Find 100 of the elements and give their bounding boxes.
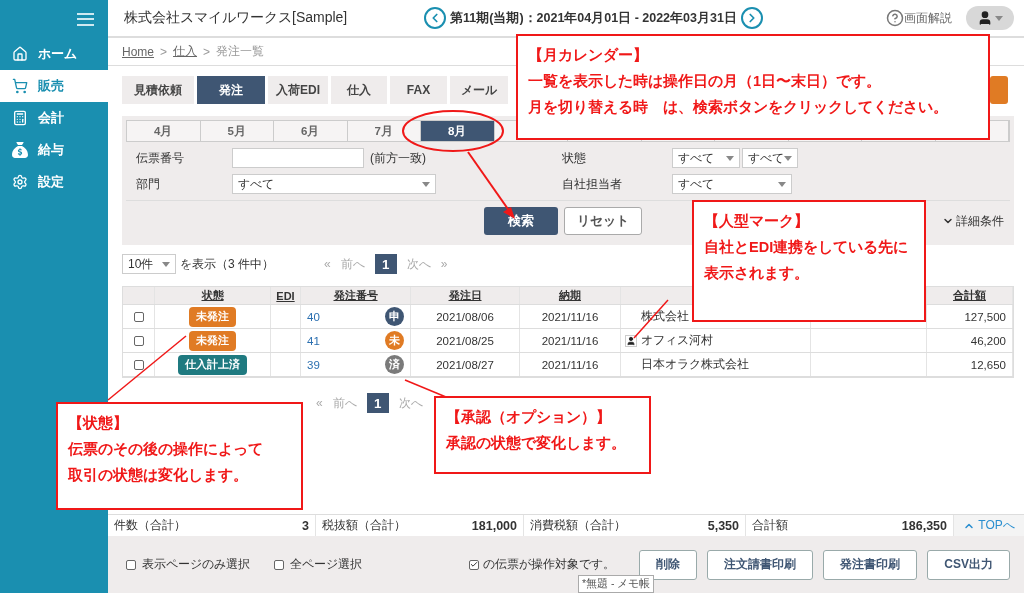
page-number[interactable]: 1 xyxy=(374,254,397,274)
summary-label: 合計額 xyxy=(752,517,788,534)
tab[interactable]: 仕入 xyxy=(331,76,387,104)
callout-title: 【人型マーク】 xyxy=(704,212,810,231)
callout-text: 伝票のその後の操作によって xyxy=(68,440,264,459)
order-number-link[interactable]: 40 xyxy=(307,310,320,323)
column-header[interactable]: 合計額 xyxy=(953,288,986,303)
table-cell: 2021/08/27 xyxy=(436,358,494,371)
row-checkbox[interactable] xyxy=(133,359,144,370)
reset-button[interactable]: リセット xyxy=(564,207,642,235)
order-number-link[interactable]: 41 xyxy=(307,334,320,347)
tooltip: *無題 - メモ帳 xyxy=(578,575,655,593)
help-icon[interactable] xyxy=(886,9,904,27)
tab[interactable]: メール xyxy=(450,76,508,104)
page-number[interactable]: 1 xyxy=(366,393,389,413)
menu-icon[interactable] xyxy=(77,12,94,26)
breadcrumb-link[interactable]: Home xyxy=(122,44,154,59)
field-label: 部門 xyxy=(136,175,161,193)
caret-icon xyxy=(995,15,1003,21)
column-header[interactable]: 納期 xyxy=(559,288,581,303)
next-period-button[interactable] xyxy=(740,7,763,29)
action-button[interactable]: CSV出力 xyxy=(927,549,1010,580)
breadcrumb-separator: > xyxy=(203,44,211,59)
cart-icon xyxy=(12,78,28,94)
table-cell: 127,500 xyxy=(964,310,1006,323)
breadcrumb-current: 発注一覧 xyxy=(216,43,265,60)
callout-text: 取引の状態は変化します。 xyxy=(68,466,249,485)
field-label: 状態 xyxy=(562,149,587,167)
sidebar-item[interactable]: 給与 xyxy=(0,134,108,166)
callout-text: 承認の状態で変化します。 xyxy=(446,434,627,453)
table-cell: 2021/08/06 xyxy=(436,310,494,323)
sidebar-item[interactable]: 会計 xyxy=(0,102,108,134)
callout-text: 自社とEDI連携をしている先に xyxy=(704,238,910,257)
department-select[interactable]: すべて xyxy=(232,174,436,194)
callout-text: 月を切り替える時 は、検索ボタンをクリックしてください。 xyxy=(528,98,949,117)
row-checkbox[interactable] xyxy=(133,335,144,346)
per-page-select[interactable]: 10件 xyxy=(122,254,176,274)
approval-badge: 申 xyxy=(385,307,404,326)
select-checkbox[interactable] xyxy=(126,559,136,570)
month-tab[interactable]: 8月 xyxy=(421,121,495,141)
month-tab[interactable]: 5月 xyxy=(200,121,274,141)
tab[interactable]: FAX xyxy=(390,76,447,104)
field-label: 伝票番号 xyxy=(136,149,185,167)
slip-number-field[interactable] xyxy=(232,148,364,168)
result-count: を表示（3 件中） xyxy=(180,255,274,273)
column-header[interactable]: EDI xyxy=(276,289,295,302)
checkbox-label: 表示ページのみ選択 xyxy=(142,556,250,573)
select-checkbox[interactable] xyxy=(274,559,284,570)
table-cell: 2021/08/25 xyxy=(436,334,494,347)
company-name: 株式会社スマイルワークス[Sample] xyxy=(124,9,349,27)
table-cell: 2021/11/16 xyxy=(541,334,599,347)
column-header[interactable]: 状態 xyxy=(201,288,224,303)
user-menu-button[interactable] xyxy=(966,6,1014,30)
sidebar-item[interactable]: 販売 xyxy=(0,70,108,102)
calculator-icon xyxy=(12,110,28,126)
callout-title: 【状態】 xyxy=(68,414,129,433)
sidebar-item[interactable]: ホーム xyxy=(0,38,108,70)
staff-select[interactable]: すべて xyxy=(672,174,792,194)
summary-label: 件数（合計） xyxy=(114,517,186,534)
summary-value: 3 xyxy=(302,518,309,533)
tab[interactable]: 入荷EDI xyxy=(268,76,328,104)
settings-icon xyxy=(12,174,28,190)
home-icon xyxy=(12,46,28,62)
summary-label: 税抜額（合計） xyxy=(322,517,406,534)
sidebar-item[interactable]: 設定 xyxy=(0,166,108,198)
status-select[interactable]: すべて xyxy=(672,148,740,168)
breadcrumb-link[interactable]: 仕入 xyxy=(173,43,198,60)
summary-value: 181,000 xyxy=(471,518,517,533)
callout-text: 表示されます。 xyxy=(704,264,810,283)
column-header[interactable]: 発注日 xyxy=(448,288,482,303)
user-icon xyxy=(977,10,993,26)
previous-period-button[interactable] xyxy=(424,7,446,29)
month-tab[interactable]: 6月 xyxy=(274,121,348,141)
table-cell: 46,200 xyxy=(970,334,1006,347)
action-button[interactable]: 発注書印刷 xyxy=(823,549,918,580)
table-cell: 日本オラク株式会社 xyxy=(641,357,749,372)
approval-badge: 未 xyxy=(385,331,404,350)
field-label: 自社担当者 xyxy=(562,175,623,193)
column-header[interactable]: 発注番号 xyxy=(333,288,378,303)
month-tab[interactable]: 4月 xyxy=(127,121,201,141)
order-number-link[interactable]: 39 xyxy=(307,358,320,371)
table-cell: オフィス河村 xyxy=(641,333,713,348)
tab[interactable]: 発注 xyxy=(197,76,265,104)
status-badge: 仕入計上済 xyxy=(178,354,247,375)
target-note: の伝票が操作対象です。 xyxy=(483,557,616,572)
checkbox-label: 全ページ選択 xyxy=(290,556,362,573)
approval-badge: 済 xyxy=(385,355,404,374)
callout-text: 一覧を表示した時は操作日の月（1日〜末日）です。 xyxy=(528,72,883,91)
callout-title: 【月カレンダー】 xyxy=(528,46,649,65)
search-button[interactable]: 検索 xyxy=(484,207,558,235)
tab[interactable]: 見積依頼 xyxy=(122,76,194,104)
fiscal-period: 第11期(当期)：2021年04月01日 - 2022年03月31日 xyxy=(450,9,737,27)
field-note: (前方一致) xyxy=(370,149,426,167)
help-link[interactable]: 画面解説 xyxy=(904,9,952,27)
money-bag-icon xyxy=(12,142,28,158)
action-button[interactable]: 注文請書印刷 xyxy=(707,549,814,580)
row-checkbox[interactable] xyxy=(133,311,144,322)
details-toggle[interactable]: 詳細条件 xyxy=(936,211,1010,231)
status-select[interactable]: すべて xyxy=(742,148,798,168)
status-badge: 未発注 xyxy=(189,330,236,351)
